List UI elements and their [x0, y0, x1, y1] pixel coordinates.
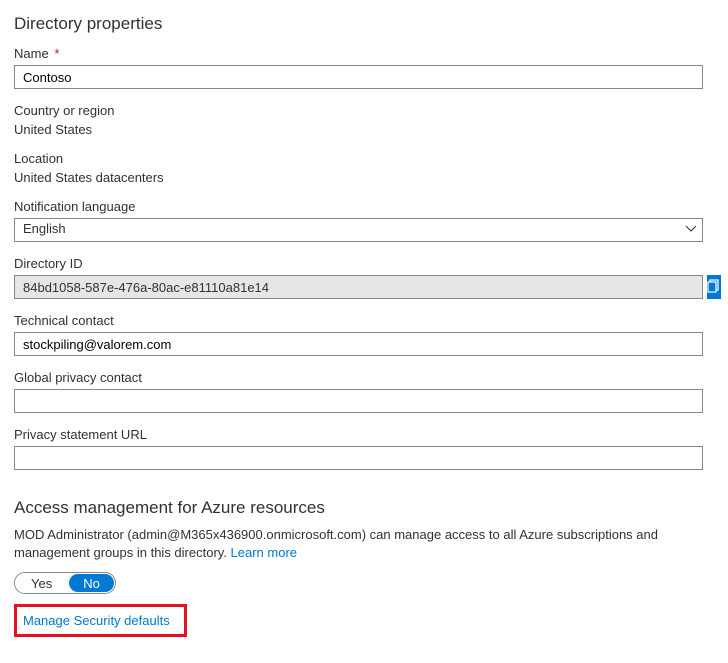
directory-id-label: Directory ID: [14, 256, 718, 271]
country-value: United States: [14, 122, 718, 137]
language-select[interactable]: English: [14, 218, 703, 242]
copy-button[interactable]: [707, 275, 721, 299]
required-asterisk: *: [54, 46, 59, 61]
field-location: Location United States datacenters: [14, 151, 718, 185]
access-toggle[interactable]: Yes No: [14, 572, 116, 594]
highlight-box: Manage Security defaults: [14, 604, 187, 637]
access-title: Access management for Azure resources: [14, 498, 718, 518]
field-directory-id: Directory ID: [14, 256, 718, 299]
access-desc-text: MOD Administrator (admin@M365x436900.onm…: [14, 527, 658, 560]
section-title: Directory properties: [14, 14, 718, 34]
name-label-text: Name: [14, 46, 49, 61]
access-section: Access management for Azure resources MO…: [14, 498, 718, 637]
field-technical-contact: Technical contact: [14, 313, 718, 356]
copy-icon: [707, 279, 721, 296]
access-description: MOD Administrator (admin@M365x436900.onm…: [14, 526, 709, 562]
privacy-url-input[interactable]: [14, 446, 703, 470]
technical-contact-input[interactable]: [14, 332, 703, 356]
field-global-privacy: Global privacy contact: [14, 370, 718, 413]
location-value: United States datacenters: [14, 170, 718, 185]
field-name: Name *: [14, 46, 718, 89]
privacy-url-label: Privacy statement URL: [14, 427, 718, 442]
toggle-no[interactable]: No: [69, 574, 114, 592]
global-privacy-label: Global privacy contact: [14, 370, 718, 385]
global-privacy-input[interactable]: [14, 389, 703, 413]
field-language: Notification language English: [14, 199, 718, 242]
toggle-yes[interactable]: Yes: [15, 573, 68, 593]
language-value: English: [14, 218, 703, 242]
learn-more-link[interactable]: Learn more: [231, 545, 297, 560]
field-privacy-url: Privacy statement URL: [14, 427, 718, 470]
field-country: Country or region United States: [14, 103, 718, 137]
directory-id-input: [14, 275, 703, 299]
country-label: Country or region: [14, 103, 718, 118]
location-label: Location: [14, 151, 718, 166]
name-input[interactable]: [14, 65, 703, 89]
name-label: Name *: [14, 46, 718, 61]
language-label: Notification language: [14, 199, 718, 214]
technical-contact-label: Technical contact: [14, 313, 718, 328]
manage-security-defaults-link[interactable]: Manage Security defaults: [23, 613, 170, 628]
